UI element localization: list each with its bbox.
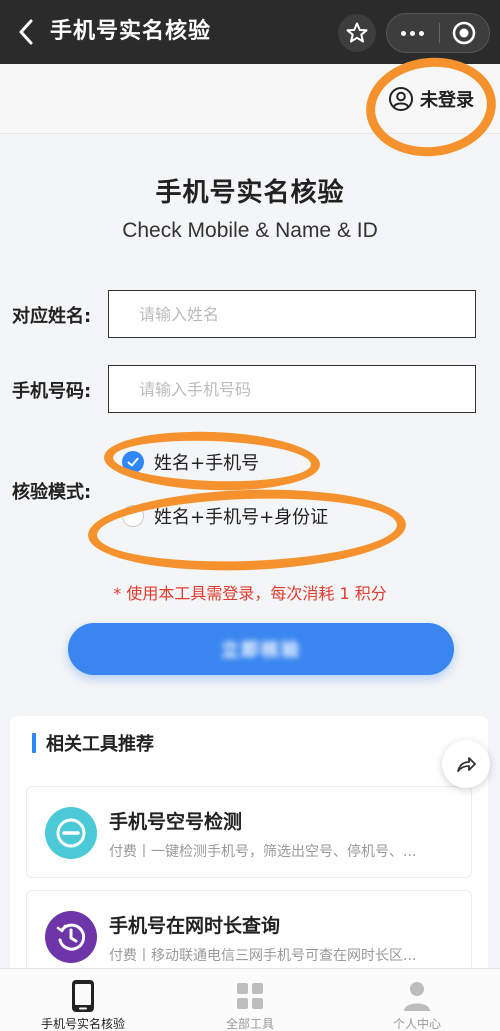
tab-label: 手机号实名核验 xyxy=(40,1017,125,1031)
mode-label: 核验模式: xyxy=(12,482,92,503)
share-button[interactable] xyxy=(442,740,490,788)
page-title: 手机号实名核验 xyxy=(155,178,345,208)
radio-unchecked-icon xyxy=(122,505,144,527)
tab-all-tools[interactable]: 全部工具 xyxy=(167,969,333,1031)
phone-input[interactable] xyxy=(108,365,476,413)
back-button[interactable] xyxy=(14,16,38,48)
star-outline-icon xyxy=(346,22,368,43)
share-arrow-icon xyxy=(457,757,476,772)
login-label: 未登录 xyxy=(420,90,474,111)
name-input[interactable] xyxy=(108,290,476,338)
grid-icon xyxy=(237,983,263,1009)
tool-name: 手机号空号检测 xyxy=(109,811,243,833)
tab-label: 个人中心 xyxy=(392,1017,441,1031)
tab-realname-check[interactable]: 手机号实名核验 xyxy=(0,969,166,1031)
related-tools-heading: 相关工具推荐 xyxy=(32,730,154,756)
close-miniprogram-button[interactable] xyxy=(439,14,489,52)
tool-name: 手机号在网时长查询 xyxy=(109,915,281,937)
phone-label: 手机号码: xyxy=(12,381,92,402)
top-navbar: 手机号实名核验 xyxy=(0,0,500,64)
tool-description: 付费丨一键检测手机号，筛选出空号、停机号、... xyxy=(109,844,417,860)
tab-label: 全部工具 xyxy=(225,1017,274,1031)
phone-icon xyxy=(72,980,94,1012)
submit-button[interactable]: 立即核验 xyxy=(68,623,454,675)
mode-option-name-phone-id[interactable]: 姓名+手机号+身份证 xyxy=(122,500,328,532)
related-tools-title: 相关工具推荐 xyxy=(46,734,154,755)
radio-checked-icon xyxy=(122,451,144,473)
tab-personal-center[interactable]: 个人中心 xyxy=(334,969,500,1031)
name-label: 对应姓名: xyxy=(12,306,92,327)
tool-card-empty-number-check[interactable]: 手机号空号检测 付费丨一键检测手机号，筛选出空号、停机号、... xyxy=(26,786,472,878)
navbar-title: 手机号实名核验 xyxy=(50,19,212,44)
person-icon xyxy=(404,982,430,1011)
tool-card-online-duration[interactable]: 手机号在网时长查询 付费丨移动联通电信三网手机号可查在网时长区... xyxy=(26,890,472,976)
tool-description: 付费丨移动联通电信三网手机号可查在网时长区... xyxy=(109,948,417,964)
minus-circle-icon xyxy=(45,807,97,859)
bottom-tabbar: 手机号实名核验 全部工具 个人中心 xyxy=(0,968,500,1031)
heading-accent-bar xyxy=(32,733,36,753)
favorite-button[interactable] xyxy=(338,14,376,52)
mode-option-label: 姓名+手机号 xyxy=(154,453,260,474)
login-button[interactable]: 未登录 xyxy=(388,84,474,114)
user-circle-icon xyxy=(389,87,413,111)
more-dots-icon xyxy=(401,30,407,36)
miniprogram-capsule xyxy=(386,13,490,53)
clock-history-icon xyxy=(45,911,97,963)
record-circle-icon xyxy=(452,21,476,45)
login-required-notice: * 使用本工具需登录，每次消耗 1 积分 xyxy=(113,584,387,603)
chevron-left-icon xyxy=(19,19,33,45)
mode-option-name-phone[interactable]: 姓名+手机号 xyxy=(122,446,259,478)
mode-option-label: 姓名+手机号+身份证 xyxy=(154,507,329,528)
submit-label: 立即核验 xyxy=(221,640,301,660)
more-button[interactable] xyxy=(387,14,439,52)
page-subtitle: Check Mobile & Name & ID xyxy=(122,219,378,242)
related-tools-panel: 相关工具推荐 手机号空号检测 付费丨一键检测手机号，筛选出空号、停机号、... … xyxy=(10,716,488,976)
